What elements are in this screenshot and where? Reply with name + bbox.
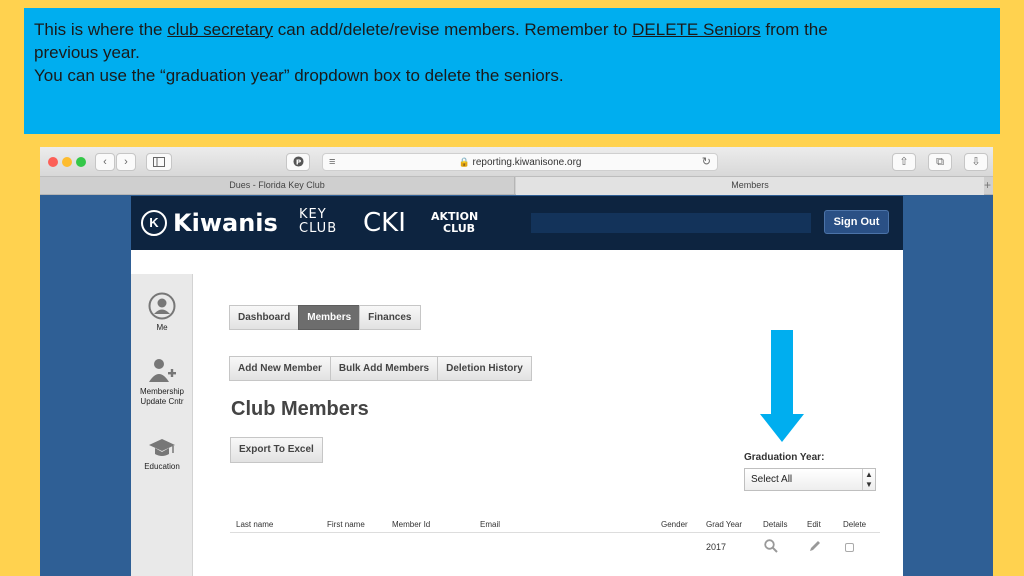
sidebar-item-label: Me (156, 323, 168, 332)
search-icon[interactable] (764, 539, 778, 553)
column-header-edit: Edit (807, 520, 821, 529)
sidebar-icon (153, 157, 165, 167)
graduation-year-dropdown[interactable]: Select All ▲ ▼ (744, 468, 876, 491)
banner-text: from the (760, 20, 828, 39)
bulk-add-members-button[interactable]: Bulk Add Members (329, 356, 439, 381)
column-header-gender[interactable]: Gender (661, 520, 688, 529)
sidebar-item-education[interactable]: Education (131, 437, 193, 471)
delete-checkbox[interactable] (845, 543, 854, 552)
banner-line-1: This is where the club secretary can add… (34, 18, 990, 41)
chevron-left-icon: ‹ (103, 156, 107, 168)
banner-line-3: You can use the “graduation year” dropdo… (34, 66, 564, 85)
key-club-logo: KEY CLUB (299, 208, 337, 238)
banner-underline-secretary: club secretary (167, 20, 274, 39)
main-content: Me Membership Update Cntr Education Dash… (131, 250, 903, 576)
header-strip (531, 213, 811, 233)
sidebar-item-membership-update[interactable]: Membership Update Cntr (131, 356, 193, 407)
column-header-grad-year[interactable]: Grad Year (706, 520, 742, 529)
column-header-first-name[interactable]: First name (327, 520, 365, 529)
reload-icon[interactable]: ↻ (702, 154, 711, 170)
page-title: Club Members (231, 398, 369, 420)
reader-icon[interactable]: ≡ (329, 154, 335, 170)
key-club-logo-top: KEY (299, 207, 327, 222)
address-bar[interactable]: ≡ 🔒 reporting.kiwanisone.org ↻ (322, 153, 718, 171)
column-header-member-id[interactable]: Member Id (392, 520, 430, 529)
aktion-club-logo-bottom: CLUB (443, 222, 476, 235)
pencil-icon[interactable] (808, 539, 822, 553)
banner-text: This is where the (34, 20, 168, 39)
cki-logo: CKI (363, 208, 406, 238)
downloads-button[interactable]: ⇩ (964, 153, 988, 171)
forward-button[interactable]: › (116, 153, 136, 171)
graduation-cap-icon (149, 439, 175, 456)
export-to-excel-button[interactable]: Export To Excel (230, 437, 323, 463)
sign-out-button[interactable]: Sign Out (824, 210, 889, 234)
tabs-icon: ⧉ (936, 156, 944, 168)
deletion-history-button[interactable]: Deletion History (437, 356, 532, 381)
sidebar-item-label: Education (144, 462, 180, 471)
graduation-year-selected: Select All (751, 474, 793, 485)
site-header: K Kiwanis KEY CLUB CKI AKTION CLUB Sign … (131, 196, 903, 250)
banner-line-2: previous year. (34, 43, 140, 62)
graduation-year-label: Graduation Year: (744, 452, 825, 463)
new-tab-icon[interactable]: + (984, 177, 991, 194)
add-new-member-button[interactable]: Add New Member (229, 356, 331, 381)
browser-tab-dues[interactable]: Dues - Florida Key Club (40, 177, 515, 195)
banner-text: can add/delete/revise members. Remember … (273, 20, 633, 39)
banner-underline-delete-seniors: DELETE Seniors (632, 20, 761, 39)
sidebar-item-label: Membership Update Cntr (139, 387, 184, 406)
close-window-button[interactable] (48, 157, 58, 167)
instruction-banner: This is where the club secretary can add… (24, 8, 1000, 134)
sidebar: Me Membership Update Cntr Education (131, 274, 193, 576)
user-icon (148, 292, 176, 320)
chevron-right-icon: › (124, 156, 128, 168)
down-arrow-icon (760, 330, 804, 442)
column-header-details: Details (763, 520, 788, 529)
url-text: reporting.kiwanisone.org (472, 157, 582, 168)
browser-toolbar: ‹ › P ≡ 🔒 reporting.kiwanisone.org ↻ ⇧ ⧉… (40, 147, 993, 177)
zoom-window-button[interactable] (76, 157, 86, 167)
pinterest-button[interactable]: P (286, 153, 310, 171)
share-button[interactable]: ⇧ (892, 153, 916, 171)
browser-tabs: Dues - Florida Key Club Members + (40, 177, 993, 195)
svg-text:P: P (295, 157, 301, 166)
browser-tab-members[interactable]: Members (516, 177, 984, 195)
column-header-email[interactable]: Email (480, 520, 500, 529)
sidebar-item-me[interactable]: Me (131, 292, 193, 332)
tabs-overview-button[interactable]: ⧉ (928, 153, 952, 171)
add-user-icon (149, 359, 176, 382)
member-actions: Add New Member Bulk Add Members Deletion… (229, 356, 532, 381)
tab-members[interactable]: Members (298, 305, 361, 330)
download-icon: ⇩ (971, 156, 981, 168)
aktion-club-logo: AKTION CLUB (431, 211, 478, 237)
select-arrows-icon: ▲ ▼ (862, 469, 875, 490)
pinterest-icon: P (292, 156, 304, 167)
kiwanis-emblem-icon: K (141, 210, 167, 236)
share-icon: ⇧ (899, 156, 909, 168)
tab-finances[interactable]: Finances (359, 305, 421, 330)
minimize-window-button[interactable] (62, 157, 72, 167)
tab-dashboard[interactable]: Dashboard (229, 305, 300, 330)
kiwanis-logo: Kiwanis (173, 209, 278, 237)
back-button[interactable]: ‹ (95, 153, 115, 171)
key-club-logo-bottom: CLUB (299, 221, 338, 236)
column-header-last-name[interactable]: Last name (236, 520, 273, 529)
section-tabs: Dashboard Members Finances (229, 305, 421, 330)
cell-grad-year: 2017 (706, 542, 727, 552)
sidebar-toggle-button[interactable] (146, 153, 172, 171)
table-header-divider (230, 532, 880, 533)
column-header-delete: Delete (843, 520, 867, 529)
browser-window: ‹ › P ≡ 🔒 reporting.kiwanisone.org ↻ ⇧ ⧉… (40, 147, 993, 576)
lock-icon: 🔒 (458, 157, 470, 167)
